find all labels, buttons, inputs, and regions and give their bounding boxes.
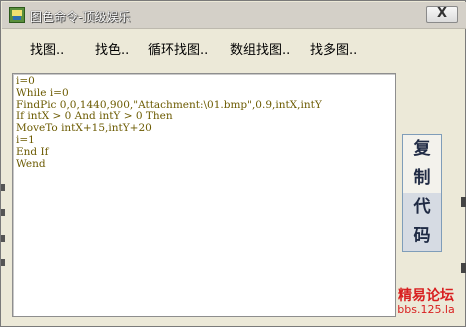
watermark-site-name: 精易论坛 (398, 288, 454, 304)
menu-find-color[interactable]: 找色.. (95, 39, 129, 58)
menu-array-find-pic[interactable]: 数组找图.. (230, 39, 290, 58)
title-bar: 图色命令-顶级娱乐 X (2, 2, 466, 29)
code-editor[interactable]: i=0 While i=0 FindPic 0,0,1440,900,"Attach… (12, 73, 396, 317)
app-window: 图色命令-顶级娱乐 X 找图.. 找色.. 循环找图.. 数组找图.. 找多图.… (0, 0, 466, 327)
watermark: 精易论坛 bbs.125.la (389, 289, 463, 316)
copy-code-button[interactable]: 复 制 代 码 (402, 134, 442, 252)
code-line: MoveTo intX+15,intY+20 (16, 122, 152, 135)
background-fragment (1, 209, 5, 216)
code-text: i=0 While i=0 FindPic 0,0,1440,900,"Attach… (16, 75, 322, 170)
menu-find-pic[interactable]: 找图.. (30, 39, 64, 58)
close-button[interactable]: X (426, 6, 458, 23)
menu-find-multi-pic[interactable]: 找多图.. (310, 39, 357, 58)
code-line: While i=0 (16, 86, 69, 99)
copy-code-char: 代 (403, 193, 441, 222)
close-icon: X (436, 6, 448, 21)
watermark-url: bbs.125.la (397, 303, 455, 316)
background-fragment (461, 263, 466, 273)
background-fragment (1, 184, 5, 191)
command-menu: 找图.. 找色.. 循环找图.. 数组找图.. 找多图.. (1, 39, 466, 59)
copy-code-char: 码 (403, 222, 441, 251)
window-title: 图色命令-顶级娱乐 (30, 10, 131, 24)
background-fragment (1, 235, 5, 242)
background-fragment (461, 197, 466, 207)
background-fragment (1, 259, 5, 266)
copy-code-char: 制 (413, 168, 431, 188)
code-line: Wend (16, 157, 46, 170)
menu-loop-find-pic[interactable]: 循环找图.. (148, 39, 208, 58)
code-line: i=1 (16, 133, 35, 146)
app-icon (9, 7, 25, 23)
code-line: End If (16, 145, 49, 158)
copy-code-char: 复 (413, 139, 431, 159)
